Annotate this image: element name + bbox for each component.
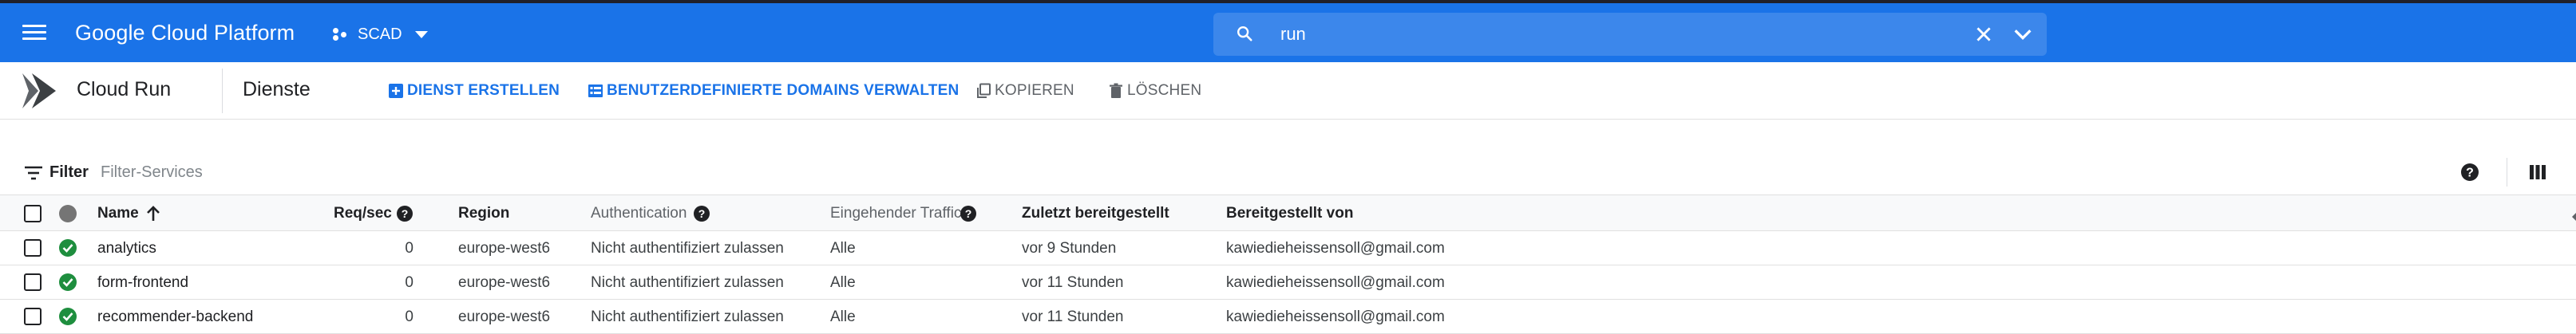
table-row[interactable]: form-frontend 0 europe-west6 Nicht authe… — [0, 265, 2576, 300]
filter-bar: Filter ? — [0, 153, 2576, 193]
project-hierarchy-icon — [332, 26, 350, 43]
svg-text:?: ? — [402, 207, 409, 220]
table-header: Name Req/sec ? Region Authentication ? E… — [0, 195, 2576, 231]
svg-text:?: ? — [2466, 167, 2474, 180]
filter-label[interactable]: Filter — [49, 163, 89, 182]
last-deployed-value: vor 11 Stunden — [1022, 308, 1124, 325]
chevron-down-icon[interactable] — [2012, 26, 2034, 43]
chevron-down-icon — [414, 30, 428, 38]
check-circle-icon — [59, 308, 77, 325]
services-table: Name Req/sec ? Region Authentication ? E… — [0, 195, 2576, 334]
project-name: SCAD — [358, 25, 402, 43]
copy-icon — [977, 83, 991, 98]
region-value: europe-west6 — [458, 308, 551, 325]
column-header-region[interactable]: Region — [458, 205, 509, 222]
trash-icon — [1110, 83, 1122, 98]
product-name: Cloud Run — [77, 78, 172, 100]
row-checkbox[interactable] — [24, 308, 42, 325]
service-name-link[interactable]: analytics — [97, 240, 156, 257]
ingress-value: Alle — [830, 308, 856, 325]
column-header-deployed-by[interactable]: Bereitgestellt von — [1226, 205, 1353, 222]
authentication-value: Nicht authentifiziert zulassen — [591, 308, 784, 325]
project-picker[interactable]: SCAD — [332, 21, 428, 48]
authentication-value: Nicht authentifiziert zulassen — [591, 240, 784, 257]
select-all-checkbox[interactable] — [24, 205, 42, 222]
column-header-ingress[interactable]: Eingehender Traffic — [830, 205, 961, 222]
create-service-button[interactable]: DIENST ERSTELLEN — [388, 80, 560, 102]
req-sec-value: 0 — [405, 274, 414, 291]
deployed-by-value: kawiedieheissensoll@gmail.com — [1226, 274, 1445, 291]
req-sec-value: 0 — [405, 240, 414, 257]
action-bar: Cloud Run Dienste DIENST ERSTELLEN BENUT… — [0, 62, 2576, 120]
service-name-link[interactable]: recommender-backend — [97, 308, 253, 326]
manage-custom-domains-button[interactable]: BENUTZERDEFINIERTE DOMAINS VERWALTEN — [588, 80, 959, 102]
region-value: europe-west6 — [458, 274, 551, 291]
column-header-last-deployed[interactable]: Zuletzt bereitgestellt — [1022, 205, 1169, 222]
column-display-icon[interactable] — [2529, 163, 2546, 181]
svg-text:?: ? — [698, 207, 706, 220]
help-icon[interactable]: ? — [960, 205, 977, 222]
table-row[interactable]: analytics 0 europe-west6 Nicht authentif… — [0, 231, 2576, 265]
row-checkbox[interactable] — [24, 239, 42, 257]
deployed-by-value: kawiedieheissensoll@gmail.com — [1226, 240, 1445, 257]
ingress-value: Alle — [830, 240, 856, 257]
copy-button[interactable]: KOPIEREN — [975, 80, 1074, 102]
add-box-icon — [389, 84, 403, 98]
domain-list-icon — [588, 84, 603, 97]
close-icon[interactable] — [1973, 24, 1994, 45]
filter-icon[interactable] — [24, 166, 43, 180]
column-header-name[interactable]: Name — [97, 205, 139, 222]
app-title[interactable]: Google Cloud Platform — [75, 21, 295, 45]
req-sec-value: 0 — [405, 308, 414, 325]
arrow-up-icon[interactable] — [145, 205, 161, 222]
copy-label: KOPIEREN — [995, 82, 1074, 99]
search-input[interactable] — [1279, 22, 1886, 46]
delete-label: LÖSCHEN — [1127, 82, 1202, 99]
delete-button[interactable]: LÖSCHEN — [1108, 80, 1201, 102]
cloud-run-logo-icon — [22, 73, 56, 108]
status-column-icon — [59, 205, 77, 222]
help-icon[interactable]: ? — [396, 205, 414, 222]
manage-domains-label: BENUTZERDEFINIERTE DOMAINS VERWALTEN — [607, 82, 960, 99]
check-circle-icon — [59, 239, 77, 257]
filter-input[interactable] — [99, 161, 578, 183]
ingress-value: Alle — [830, 274, 856, 291]
menu-icon[interactable] — [22, 22, 46, 41]
column-header-req-sec[interactable]: Req/sec — [334, 205, 392, 222]
check-circle-icon — [59, 273, 77, 291]
page-title: Dienste — [243, 78, 311, 100]
region-value: europe-west6 — [458, 240, 551, 257]
scroll-left-icon[interactable] — [2572, 213, 2576, 221]
table-row[interactable]: recommender-backend 0 europe-west6 Nicht… — [0, 300, 2576, 334]
help-icon[interactable]: ? — [693, 205, 710, 222]
create-service-label: DIENST ERSTELLEN — [407, 82, 560, 99]
column-header-authentication[interactable]: Authentication — [591, 205, 687, 222]
toolbar-divider — [222, 69, 223, 113]
last-deployed-value: vor 9 Stunden — [1022, 240, 1117, 257]
search-icon[interactable] — [1236, 25, 1253, 42]
row-checkbox[interactable] — [24, 273, 42, 291]
search-bar — [1213, 13, 2047, 56]
authentication-value: Nicht authentifiziert zulassen — [591, 274, 784, 291]
help-icon[interactable]: ? — [2460, 163, 2479, 182]
last-deployed-value: vor 11 Stunden — [1022, 274, 1124, 291]
service-name-link[interactable]: form-frontend — [97, 274, 188, 292]
deployed-by-value: kawiedieheissensoll@gmail.com — [1226, 308, 1445, 325]
top-app-bar: Google Cloud Platform SCAD — [0, 0, 2576, 62]
svg-text:?: ? — [965, 207, 972, 220]
